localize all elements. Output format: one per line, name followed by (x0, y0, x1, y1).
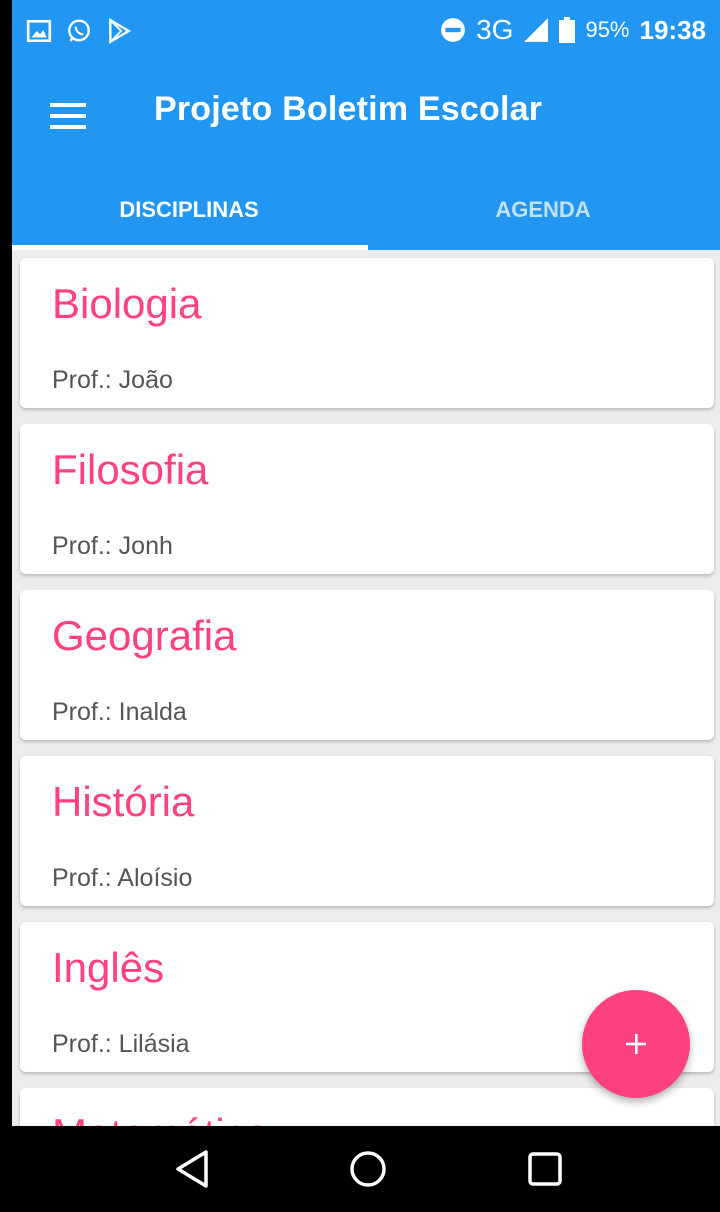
recents-icon[interactable] (522, 1146, 568, 1192)
tab-disciplinas[interactable]: DISCIPLINAS (12, 170, 368, 250)
add-subject-button[interactable] (582, 990, 690, 1098)
clock: 19:38 (639, 14, 707, 45)
subject-teacher: Prof.: Lilásia (52, 1030, 190, 1058)
subject-card-biologia[interactable]: Biologia Prof.: João (20, 258, 714, 408)
battery-percent: 95% (585, 17, 630, 42)
subject-name: Biologia (52, 280, 202, 327)
tab-bar: DISCIPLINAS AGENDA (12, 170, 720, 250)
plus-icon (626, 1034, 646, 1054)
hamburger-menu-icon[interactable] (48, 96, 88, 136)
tab-label: DISCIPLINAS (119, 197, 259, 222)
subject-name: Filosofia (52, 446, 209, 493)
app-bar: Projeto Boletim Escolar (12, 60, 720, 170)
subject-teacher: Prof.: Aloísio (52, 864, 193, 892)
tab-agenda[interactable]: AGENDA (366, 170, 720, 250)
subject-card-matematica[interactable]: Matemática (20, 1088, 714, 1126)
notification-icons (26, 18, 132, 44)
home-icon[interactable] (345, 1146, 391, 1192)
subject-name: História (52, 778, 195, 825)
whatsapp-icon (68, 19, 90, 42)
page-title: Projeto Boletim Escolar (154, 90, 543, 128)
network-type: 3G (476, 14, 514, 45)
tab-label: AGENDA (495, 197, 591, 222)
subject-card-geografia[interactable]: Geografia Prof.: Inalda (20, 590, 714, 740)
status-bar: 3G 95% 19:38 (12, 0, 720, 60)
subject-card-filosofia[interactable]: Filosofia Prof.: Jonh (20, 424, 714, 574)
subject-name: Geografia (52, 612, 237, 659)
app-screen: 3G 95% 19:38 Projeto Boletim Escolar DIS… (12, 0, 720, 1212)
subject-teacher: Prof.: João (52, 366, 173, 394)
subject-teacher: Prof.: Jonh (52, 532, 173, 560)
system-nav-bar (12, 1126, 720, 1212)
signal-icon (524, 18, 549, 42)
subject-teacher: Prof.: Inalda (52, 698, 187, 726)
subject-name: Matemática (52, 1110, 269, 1126)
play-store-icon (109, 18, 132, 44)
system-status: 3G 95% 19:38 (440, 14, 706, 46)
back-icon[interactable] (172, 1146, 218, 1192)
subject-name: Inglês (52, 944, 165, 991)
do-not-disturb-icon (441, 18, 466, 42)
subject-card-historia[interactable]: História Prof.: Aloísio (20, 756, 714, 906)
battery-icon (559, 17, 576, 43)
gallery-icon (26, 19, 52, 43)
